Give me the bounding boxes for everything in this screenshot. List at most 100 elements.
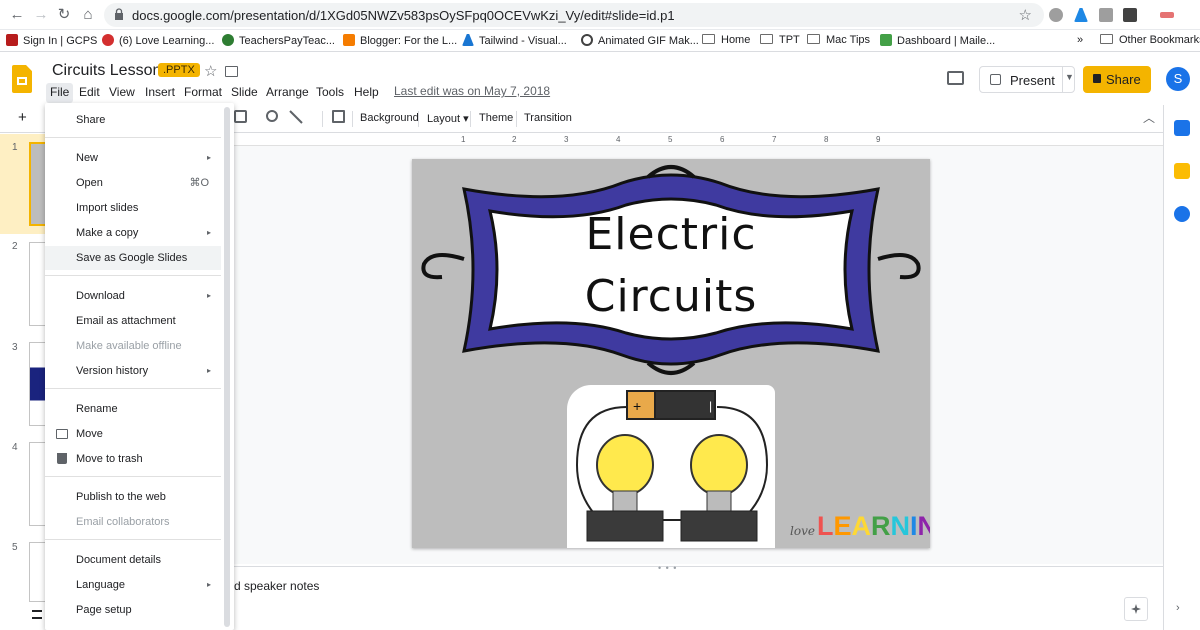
submenu-arrow-icon: ▸ [206, 366, 211, 375]
bookmark-star-icon[interactable]: ☆ [1019, 6, 1032, 24]
menu-item-save-as-google-slides[interactable]: Save as Google Slides [45, 246, 221, 270]
url-text: docs.google.com/presentation/d/1XGd05NWZ… [132, 8, 675, 23]
slide-number: 3 [12, 342, 18, 353]
menu-scrollbar[interactable] [224, 107, 230, 627]
extension-grey-icon[interactable] [1099, 8, 1113, 22]
menu-tools[interactable]: Tools [312, 83, 348, 103]
menu-view[interactable]: View [105, 83, 139, 103]
menu-help[interactable]: Help [350, 83, 383, 103]
theme-button[interactable]: Theme [479, 112, 513, 124]
menu-item-download[interactable]: Download ▸ [45, 284, 221, 308]
pinterest-icon [102, 34, 114, 46]
reload-icon[interactable]: ↻ [55, 6, 73, 24]
move-folder-icon[interactable] [225, 66, 238, 77]
menu-edit[interactable]: Edit [75, 83, 104, 103]
extension-cloud-icon[interactable] [1049, 8, 1063, 22]
menu-file[interactable]: File [46, 83, 74, 103]
avatar[interactable]: S [1166, 67, 1190, 91]
line-icon[interactable] [289, 110, 303, 124]
bookmark-folder[interactable]: Mac Tips [807, 34, 870, 48]
shortcut-hint: ⌘O [189, 177, 209, 189]
bookmark-item[interactable]: Sign In | GCPS [6, 34, 97, 48]
menu-item-email-attachment[interactable]: Email as attachment [45, 309, 221, 333]
bookmark-item[interactable]: Tailwind - Visual... [462, 34, 567, 48]
slide-title-line-2[interactable]: Circuits [412, 271, 930, 322]
lock-icon [115, 8, 123, 20]
chevron-down-icon[interactable]: ▼ [1065, 72, 1074, 82]
extension-tailwind-icon[interactable] [1074, 8, 1088, 22]
menu-item-rename[interactable]: Rename [45, 397, 221, 421]
comment-add-icon[interactable] [332, 110, 345, 123]
collapse-toolbar-icon[interactable]: ︿ [1143, 109, 1155, 126]
home-icon[interactable]: ⌂ [79, 6, 97, 24]
slide-canvas: 1 2 3 4 5 6 7 8 9 Electric Circuits + | … [234, 134, 1163, 564]
transition-button[interactable]: Transition [524, 112, 572, 124]
bookmark-folder[interactable]: Home [702, 34, 750, 48]
menu-item-move[interactable]: Move [45, 422, 221, 446]
brand-letter: L [816, 511, 834, 541]
bookmarks-overflow[interactable]: » [1077, 34, 1083, 48]
keep-icon[interactable] [1174, 163, 1190, 179]
explore-icon[interactable] [1124, 597, 1148, 621]
menu-item-page-setup[interactable]: Page setup [45, 598, 221, 622]
resize-handle[interactable]: • • • [658, 563, 677, 573]
background-button[interactable]: Background [360, 112, 419, 124]
menu-arrange[interactable]: Arrange [262, 83, 313, 103]
menu-item-new[interactable]: New ▸ [45, 146, 221, 170]
menu-item-open[interactable]: Open ⌘O [45, 171, 221, 195]
menu-item-language[interactable]: Language ▸ [45, 573, 221, 597]
grid-view-icon[interactable] [32, 610, 42, 619]
menu-item-share[interactable]: Share [45, 108, 221, 132]
light-bulb-icon [596, 434, 654, 496]
bookmark-item[interactable]: Blogger: For the L... [343, 34, 457, 48]
menu-slide[interactable]: Slide [227, 83, 262, 103]
menu-item-make-copy[interactable]: Make a copy ▸ [45, 221, 221, 245]
bookmark-item[interactable]: Dashboard | Maile... [880, 34, 995, 48]
back-icon[interactable]: ← [8, 6, 26, 24]
app-header: Circuits Lesson .PPTX ☆ File Edit View I… [0, 53, 1200, 105]
speaker-notes-panel[interactable]: • • • d speaker notes [234, 563, 1163, 630]
image-icon[interactable] [234, 110, 247, 123]
menu-insert[interactable]: Insert [141, 83, 179, 103]
new-slide-button[interactable]: + [18, 109, 27, 126]
brand-letter: N [890, 511, 910, 541]
last-edit-link[interactable]: Last edit was on May 7, 2018 [394, 84, 550, 98]
tpt-icon [222, 34, 234, 46]
bookmark-item[interactable]: (6) Love Learning... [102, 34, 214, 48]
menu-item-move-to-trash[interactable]: Move to trash [45, 447, 221, 471]
share-button[interactable]: Share [1083, 66, 1151, 93]
menu-item-publish-web[interactable]: Publish to the web [45, 485, 221, 509]
bookmark-folder[interactable]: TPT [760, 34, 800, 48]
bookmark-item[interactable]: TeachersPayTeac... [222, 34, 335, 48]
comments-icon[interactable] [947, 71, 964, 85]
tailwind-icon [462, 34, 474, 46]
menu-item-import-slides[interactable]: Import slides [45, 196, 221, 220]
expand-panel-icon[interactable]: › [1176, 602, 1180, 614]
current-slide[interactable]: Electric Circuits + | loveLEARNING [412, 159, 930, 548]
other-bookmarks[interactable]: Other Bookmarks [1100, 34, 1200, 48]
address-bar[interactable]: docs.google.com/presentation/d/1XGd05NWZ… [104, 3, 1044, 27]
slides-logo-icon[interactable] [12, 65, 32, 93]
speaker-notes-placeholder[interactable]: d speaker notes [234, 579, 319, 593]
tasks-icon[interactable] [1174, 206, 1190, 222]
document-title[interactable]: Circuits Lesson [52, 62, 161, 80]
extension-shield-icon[interactable] [1123, 8, 1137, 22]
present-button[interactable]: Present ▼ [979, 66, 1075, 93]
svg-text:|: | [709, 399, 712, 413]
menu-item-document-details[interactable]: Document details [45, 548, 221, 572]
shape-icon[interactable] [266, 110, 278, 122]
star-icon[interactable]: ☆ [204, 62, 217, 80]
folder-icon [702, 34, 715, 44]
calendar-icon[interactable] [1174, 120, 1190, 136]
blogger-icon [343, 34, 355, 46]
forward-icon[interactable]: → [32, 6, 50, 24]
slide-title-line-1[interactable]: Electric [412, 209, 930, 260]
extension-color-icon[interactable] [1160, 12, 1174, 18]
layout-button[interactable]: Layout ▾ [427, 112, 469, 125]
light-bulb-icon [690, 434, 748, 496]
gif-icon [581, 34, 593, 46]
menu-item-version-history[interactable]: Version history ▸ [45, 359, 221, 383]
bookmark-item[interactable]: Animated GIF Mak... [581, 34, 699, 48]
love-learning-logo: loveLEARNING [790, 511, 930, 542]
menu-format[interactable]: Format [180, 83, 226, 103]
